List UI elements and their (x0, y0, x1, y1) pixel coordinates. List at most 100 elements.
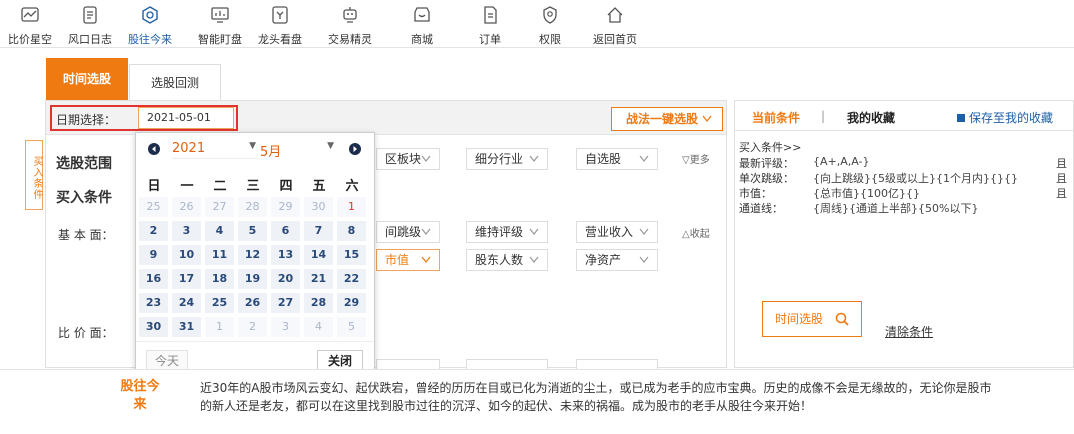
tab-favorites[interactable]: 我的收藏 (847, 109, 895, 126)
calendar-day[interactable]: 9 (139, 245, 168, 265)
calendar-day[interactable]: 23 (139, 293, 168, 313)
calendar-day[interactable]: 5 (238, 221, 267, 241)
calendar-day[interactable]: 31 (172, 317, 201, 337)
calendar-day[interactable]: 22 (337, 269, 366, 289)
calendar-day[interactable]: 26 (238, 293, 267, 313)
calendar-day[interactable]: 28 (304, 293, 333, 313)
more-label: 更多 (689, 155, 710, 166)
calendar-day[interactable]: 26 (172, 197, 201, 217)
calendar-day[interactable]: 2 (238, 317, 267, 337)
tab-backtest[interactable]: 选股回测 (129, 64, 221, 100)
partial-dropdown[interactable] (576, 359, 658, 369)
calendar-day[interactable]: 19 (238, 269, 267, 289)
calendar-day[interactable]: 5 (337, 317, 366, 337)
nav-item-ltkp[interactable]: 龙头看盘 (250, 0, 310, 48)
calendar-day[interactable]: 3 (271, 317, 300, 337)
calendar-day[interactable]: 4 (205, 221, 234, 241)
nav-item-jyjl[interactable]: 交易精灵 (320, 0, 380, 48)
calendar-day[interactable]: 21 (304, 269, 333, 289)
dropdown-arrow-icon: ▼ (249, 141, 256, 151)
rating-dropdown[interactable]: 维持评级 (466, 221, 548, 243)
calendar-day[interactable]: 27 (205, 197, 234, 217)
buy-condition-side-tab[interactable]: 买入条件 (25, 140, 43, 210)
calendar-day[interactable]: 18 (205, 269, 234, 289)
industry-dropdown[interactable]: 细分行业 (466, 148, 548, 170)
calendar-day[interactable]: 4 (304, 317, 333, 337)
condition-and: 且 (1056, 172, 1067, 185)
next-month-icon[interactable] (349, 143, 361, 155)
calendar-day[interactable]: 30 (139, 317, 168, 337)
calendar-day[interactable]: 27 (271, 293, 300, 313)
condition-and: 且 (1056, 187, 1067, 200)
net-assets-dropdown[interactable]: 净资产 (576, 249, 658, 271)
shareholders-dropdown[interactable]: 股东人数 (466, 249, 548, 271)
prev-month-icon[interactable] (148, 143, 160, 155)
condition-panel: 当前条件 | 我的收藏 保存至我的收藏 买入条件>> 最新评级： {A+,A,A-… (734, 100, 1074, 368)
month-select[interactable]: 5月 ▼ (260, 141, 336, 160)
jump-dropdown[interactable]: 间跳级 (376, 221, 440, 243)
calendar-day[interactable]: 6 (271, 221, 300, 241)
order-icon (484, 6, 497, 24)
calendar-day[interactable]: 12 (238, 245, 267, 265)
region-dropdown[interactable]: 区板块 (376, 148, 440, 170)
calendar-day[interactable]: 25 (139, 197, 168, 217)
watchlist-dropdown[interactable]: 自选股 (576, 148, 658, 170)
calendar-day[interactable]: 20 (271, 269, 300, 289)
tab-current-conditions[interactable]: 当前条件 (752, 109, 800, 126)
condition-row: 市值： {总市值}{100亿}{} 且 (739, 185, 1069, 200)
calendar-day[interactable]: 29 (271, 197, 300, 217)
onekey-select-button[interactable]: 战法一键选股 (611, 107, 723, 131)
nav-item-sc[interactable]: 商城 (392, 0, 452, 48)
calendar-day[interactable]: 29 (337, 293, 366, 313)
calendar-day[interactable]: 1 (337, 197, 366, 217)
year-select[interactable]: 2021 ▼ (172, 141, 258, 159)
calendar-day[interactable]: 3 (172, 221, 201, 241)
calendar-day[interactable]: 10 (172, 245, 201, 265)
weekday-header: 五 (312, 179, 326, 194)
calendar-day[interactable]: 8 (337, 221, 366, 241)
weekday-header: 一 (180, 179, 194, 194)
save-favorite-button[interactable]: 保存至我的收藏 (957, 109, 1053, 126)
chevron-down-icon (421, 155, 431, 162)
calendar-day[interactable]: 17 (172, 269, 201, 289)
tab-time-select[interactable]: 时间选股 (46, 58, 128, 100)
calendar-day[interactable]: 13 (271, 245, 300, 265)
industry-dropdown-label: 细分行业 (475, 152, 524, 166)
nav-item-fkrz[interactable]: 风口日志 (60, 0, 120, 48)
weekday-header: 四 (279, 179, 293, 194)
partial-dropdown[interactable] (466, 359, 548, 369)
calendar-day[interactable]: 25 (205, 293, 234, 313)
calendar-day[interactable]: 2 (139, 221, 168, 241)
nav-label: 权限 (539, 33, 561, 46)
calendar-day[interactable]: 7 (304, 221, 333, 241)
calendar-day[interactable]: 16 (139, 269, 168, 289)
nav-item-dd[interactable]: 订单 (460, 0, 520, 48)
nav-item-gwjl[interactable]: 股往今来 (120, 0, 180, 48)
partial-dropdown[interactable] (376, 359, 440, 369)
calendar-day[interactable]: 11 (205, 245, 234, 265)
buy-condition-label: 买入条件 (56, 190, 112, 206)
nav-item-fhsy[interactable]: 返回首页 (585, 0, 645, 48)
more-link[interactable]: ▽更多 (682, 151, 710, 166)
clear-conditions-link[interactable]: 清除条件 (885, 323, 933, 340)
calendar-day[interactable]: 14 (304, 245, 333, 265)
time-select-button[interactable]: 时间选股 (762, 301, 862, 337)
nav-item-qx[interactable]: 权限 (520, 0, 580, 48)
calendar-day[interactable]: 30 (304, 197, 333, 217)
nav-item-bjxk[interactable]: 比价星空 (0, 0, 60, 48)
date-input[interactable]: 2021-05-01 (138, 107, 234, 129)
collapse-link[interactable]: △收起 (682, 225, 710, 240)
dropdown-arrow-icon: ▼ (327, 141, 334, 151)
search-icon (835, 312, 849, 326)
weekday-header: 二 (213, 179, 227, 194)
revenue-dropdown[interactable]: 营业收入 (576, 221, 658, 243)
calendar-day[interactable]: 1 (205, 317, 234, 337)
intro-footer: 股往今来 近30年的A股市场风云变幻、起伏跌宕，曾经的历历在目或已化为消逝的尘土… (0, 369, 1074, 434)
calendar-day[interactable]: 15 (337, 245, 366, 265)
calendar-day[interactable]: 24 (172, 293, 201, 313)
market-cap-dropdown[interactable]: 市值 (376, 249, 440, 271)
calendar-day[interactable]: 28 (238, 197, 267, 217)
nav-label: 股往今来 (128, 33, 172, 46)
chevron-down-icon (639, 228, 649, 235)
nav-item-zndp[interactable]: 智能盯盘 (190, 0, 250, 48)
